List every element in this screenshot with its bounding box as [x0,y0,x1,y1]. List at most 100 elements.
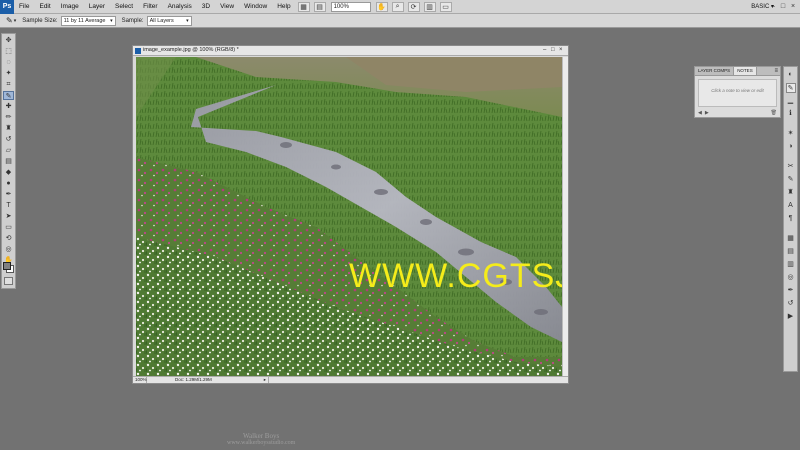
doc-size-info: Doc: 1.29M/1.29M [175,377,212,382]
status-menu-arrow-icon[interactable]: ▸ [264,377,266,383]
sample-size-value: 11 by 11 Average [63,17,106,24]
eraser-tool-icon[interactable]: ▱ [3,146,14,155]
clone-stamp-tool-icon[interactable]: ♜ [3,124,14,133]
minibridge-icon[interactable]: ▤ [313,1,326,12]
doc-maximize-button[interactable]: □ [551,46,555,55]
crop-tool-icon[interactable]: ⌗ [3,80,14,89]
marquee-tool-icon[interactable]: ⬚ [3,47,14,56]
actions-icon[interactable]: ▶ [786,312,796,322]
next-note-icon[interactable]: ▶ [705,110,709,118]
clone-source-icon[interactable]: ♜ [786,188,796,198]
menu-edit[interactable]: Edit [34,3,55,10]
notes-panel: LAYER COMPS NOTES ≡ Click a note to view… [694,66,781,118]
shape-tool-icon[interactable]: ▭ [3,223,14,232]
application-bar: Ps File Edit Image Layer Select Filter A… [0,0,800,14]
quick-mask-icon[interactable] [4,277,13,285]
document-window: image_example.jpg @ 100% (RGB/8) * – □ × [132,45,569,384]
history-icon[interactable]: ↺ [786,299,796,309]
notes-hint: Click a note to view or edit [698,79,777,107]
photoshop-logo: Ps [0,0,14,14]
tools-presets-icon[interactable]: ✂ [786,162,796,172]
type-tool-icon[interactable]: T [3,201,14,210]
info-icon[interactable]: ℹ [786,109,796,119]
trash-icon[interactable]: 🗑 [771,110,777,116]
paths-icon[interactable]: ✒ [786,286,796,296]
bridge-icon[interactable]: ▦ [297,1,310,12]
blur-tool-icon[interactable]: ◆ [3,168,14,177]
screen-mode-icon[interactable]: ▭ [439,1,452,12]
menu-view[interactable]: View [215,3,239,10]
doc-minimize-button[interactable]: – [543,46,546,55]
menu-3d[interactable]: 3D [197,3,215,10]
sample-label: Sample: [121,17,144,24]
channels-icon[interactable]: ◎ [786,273,796,283]
eyedropper-icon[interactable]: ✎ [6,16,13,25]
histogram-icon[interactable]: ▁ [786,96,796,106]
doc-close-button[interactable]: × [559,46,563,55]
pen-tool-icon[interactable]: ✒ [3,190,14,199]
brushes-icon[interactable]: ✎ [786,175,796,185]
sample-size-select[interactable]: 11 by 11 Average ▾ [60,15,116,26]
brush-tool-icon[interactable]: ✏ [3,113,14,122]
move-tool-icon[interactable]: ✥ [3,36,14,45]
dodge-tool-icon[interactable]: ● [3,179,14,188]
minimize-button[interactable]: – [769,2,777,11]
menu-layer[interactable]: Layer [84,3,110,10]
menu-filter[interactable]: Filter [138,3,162,10]
zoom-level-box[interactable]: 100% [330,1,371,12]
status-zoom[interactable]: 100% [133,377,147,383]
menu-file[interactable]: File [14,3,34,10]
menu-window[interactable]: Window [239,3,272,10]
swatches-icon[interactable]: ▤ [786,247,796,257]
zoom-icon[interactable]: ⌕ [391,1,404,12]
masks-icon[interactable]: ◑ [786,142,796,152]
notes-footer: ◀ ▶ 🗑 [695,110,780,118]
quick-select-tool-icon[interactable]: ✦ [3,69,14,78]
landscape-photo [136,57,562,376]
menu-analysis[interactable]: Analysis [163,3,197,10]
menu-help[interactable]: Help [272,3,295,10]
3d-rotate-tool-icon[interactable]: ⟲ [3,234,14,243]
horizontal-scrollbar[interactable] [268,377,568,383]
document-tab[interactable]: image_example.jpg @ 100% (RGB/8) * – □ × [133,46,568,56]
notes-panel-icon[interactable]: ✎ [785,83,796,93]
foreground-color-swatch[interactable] [3,262,11,270]
tab-layer-comps[interactable]: LAYER COMPS [695,67,735,75]
watermark-text: WWW.CGTSJ.COM [349,257,562,295]
layers-icon[interactable]: ▥ [786,260,796,270]
adjustments-icon[interactable]: ✶ [786,129,796,139]
3d-camera-tool-icon[interactable]: ◎ [3,245,14,254]
chevron-down-icon[interactable]: ▾ [14,18,17,24]
toolbox: ✥ ⬚ ◌ ✦ ⌗ ✎ ✚ ✏ ♜ ↺ ▱ ▤ ◆ ● ✒ T ➤ ▭ ⟲ ◎ … [1,33,16,289]
workspace-label: BASIC [751,4,770,10]
lasso-tool-icon[interactable]: ◌ [3,58,14,67]
history-brush-tool-icon[interactable]: ↺ [3,135,14,144]
panel-tabs: LAYER COMPS NOTES ≡ [695,67,780,76]
maximize-button[interactable]: □ [779,2,787,11]
path-selection-tool-icon[interactable]: ➤ [3,212,14,221]
image-canvas[interactable]: WWW.CGTSJ.COM [136,57,562,376]
hand-icon[interactable]: ✋ [375,1,388,12]
vertical-scrollbar[interactable] [562,57,568,376]
chevron-down-icon: ▾ [186,17,189,24]
styles-icon[interactable]: ▦ [786,234,796,244]
healing-brush-tool-icon[interactable]: ✚ [3,102,14,111]
character-icon[interactable]: A [786,201,796,211]
panel-menu-icon[interactable]: ≡ [774,67,778,75]
menu-image[interactable]: Image [56,3,84,10]
paragraph-icon[interactable]: ¶ [786,214,796,224]
menu-select[interactable]: Select [110,3,138,10]
chevron-down-icon: ▾ [110,17,113,24]
arrange-icon[interactable]: ▥ [423,1,436,12]
sample-size-label: Sample Size: [22,17,58,24]
color-panel-icon[interactable]: ◐ [786,70,796,80]
close-button[interactable]: × [789,2,797,11]
tab-notes[interactable]: NOTES [734,67,757,75]
credit-name: Walker Boys [243,432,280,440]
eyedropper-tool-icon[interactable]: ✎ [3,91,14,100]
gradient-tool-icon[interactable]: ▤ [3,157,14,166]
status-bar: 100% Doc: 1.29M/1.29M ▸ [133,376,568,383]
sample-select[interactable]: All Layers ▾ [146,15,192,26]
rotate-icon[interactable]: ⟳ [407,1,420,12]
prev-note-icon[interactable]: ◀ [698,110,702,118]
